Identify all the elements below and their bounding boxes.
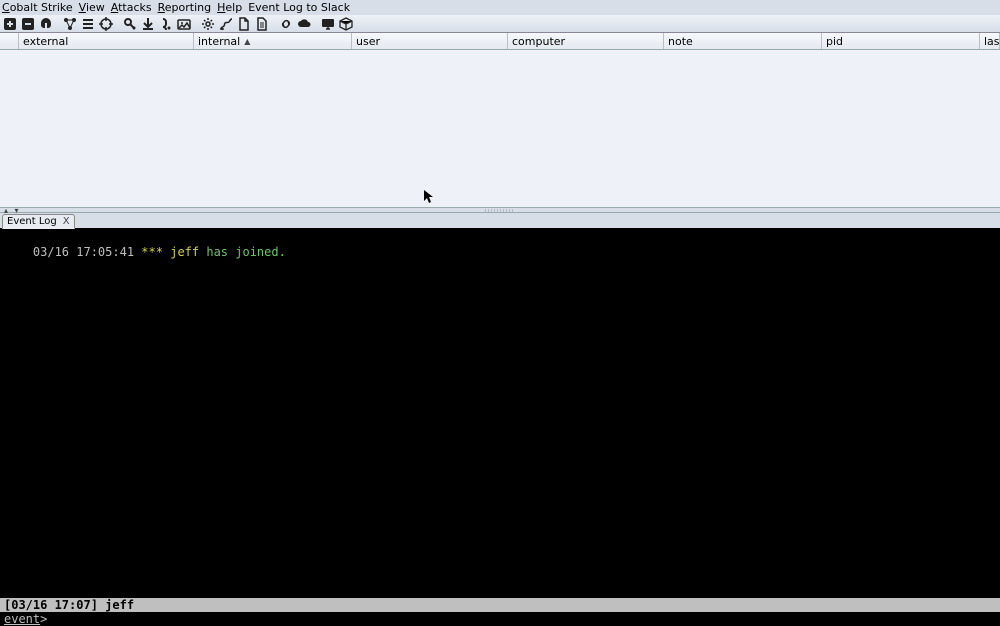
targets-icon[interactable] [98, 16, 114, 32]
console-prompt[interactable]: event> [0, 612, 1000, 626]
tabstrip: Event Log X [0, 213, 1000, 229]
menu-view[interactable]: View [79, 1, 105, 14]
menu-attacks[interactable]: Attacks [111, 1, 152, 14]
col-user[interactable]: user [352, 33, 508, 49]
disconnect-icon[interactable] [20, 16, 36, 32]
document-icon[interactable] [254, 16, 270, 32]
log-timestamp: 03/16 17:05:41 [33, 245, 134, 259]
menu-cobalt-strike[interactable]: Cobalt Strike [2, 1, 73, 14]
col-pid[interactable]: pid [822, 33, 980, 49]
link-icon[interactable] [278, 16, 294, 32]
toolbar [0, 15, 1000, 33]
package-icon[interactable] [338, 16, 354, 32]
connect-icon[interactable] [2, 16, 18, 32]
prompt-gt: > [40, 612, 47, 626]
menu-help[interactable]: Help [217, 1, 242, 14]
col-computer[interactable]: computer [508, 33, 664, 49]
col-last[interactable]: last [980, 33, 1000, 49]
tab-label: Event Log [7, 216, 57, 227]
script-console-icon[interactable] [218, 16, 234, 32]
log-stars: *** [141, 245, 163, 259]
prompt-label: event [4, 612, 40, 626]
graph-view-icon[interactable] [62, 16, 78, 32]
pane-splitter[interactable]: ▴ ▾ [0, 207, 1000, 213]
downloads-icon[interactable] [140, 16, 156, 32]
sort-indicator-icon: ▲ [244, 37, 250, 46]
beacon-table-header: external internal ▲ user computer note pi… [0, 33, 1000, 50]
log-line: 03/16 17:05:41 *** jeff has joined. [33, 245, 286, 259]
mouse-cursor-icon [424, 190, 434, 204]
col-note-label: note [668, 35, 693, 48]
console-output[interactable]: 03/16 17:05:41 *** jeff has joined. [0, 229, 1000, 598]
col-internal-label: internal [198, 35, 240, 48]
beacon-table-body[interactable] [0, 50, 1000, 207]
desktop-icon[interactable] [320, 16, 336, 32]
col-last-label: last [984, 35, 1000, 48]
screenshots-icon[interactable] [176, 16, 192, 32]
log-message: has joined. [206, 245, 285, 259]
col-computer-label: computer [512, 35, 565, 48]
menubar: Cobalt Strike View Attacks Reporting Hel… [0, 0, 1000, 15]
col-internal[interactable]: internal ▲ [194, 33, 352, 49]
listeners-icon[interactable] [38, 16, 54, 32]
console-status-bar: [03/16 17:07] jeff [0, 598, 1000, 612]
credentials-icon[interactable] [122, 16, 138, 32]
file-icon[interactable] [236, 16, 252, 32]
list-view-icon[interactable] [80, 16, 96, 32]
menu-event-log-to-slack[interactable]: Event Log to Slack [248, 1, 350, 14]
settings-icon[interactable] [200, 16, 216, 32]
cloud-icon[interactable] [296, 16, 312, 32]
tab-event-log[interactable]: Event Log X [2, 214, 75, 229]
col-note[interactable]: note [664, 33, 822, 49]
col-user-label: user [356, 35, 380, 48]
splitter-grip-icon [485, 209, 515, 212]
event-log-console: 03/16 17:05:41 *** jeff has joined. [03/… [0, 229, 1000, 626]
col-pid-label: pid [826, 35, 843, 48]
col-external-label: external [23, 35, 68, 48]
console-input[interactable] [47, 612, 996, 626]
col-external[interactable]: external [18, 33, 194, 49]
keystrokes-icon[interactable] [158, 16, 174, 32]
log-user: jeff [170, 245, 199, 259]
tab-close-icon[interactable]: X [63, 217, 70, 227]
menu-reporting[interactable]: Reporting [158, 1, 211, 14]
